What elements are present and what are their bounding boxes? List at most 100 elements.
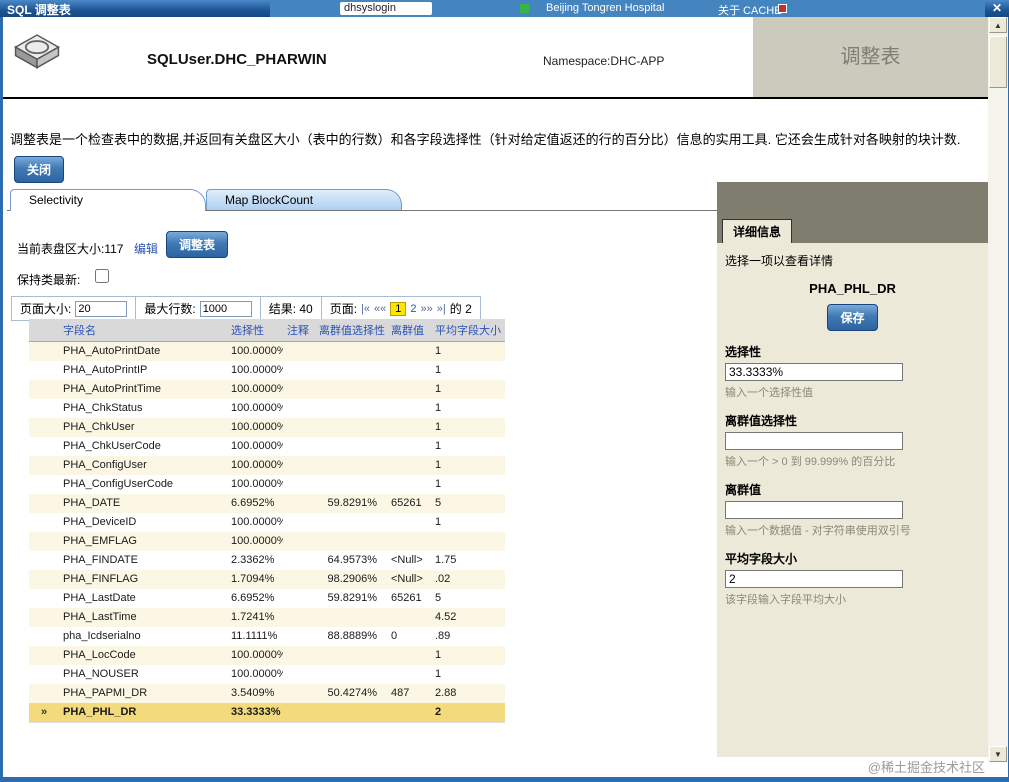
table-row[interactable]: » PHA_PHL_DR 33.3333% 2 — [29, 703, 505, 723]
avg-size-input[interactable] — [725, 570, 903, 588]
avg-size-cell: 1 — [435, 668, 442, 680]
table-row[interactable]: PHA_ConfigUserCode 100.0000% 1 — [29, 475, 505, 494]
keep-class-checkbox[interactable] — [95, 269, 109, 283]
avg-size-label: 平均字段大小 — [725, 552, 798, 566]
outlier-selectivity-cell — [315, 532, 387, 551]
outlier-selectivity-cell: 50.4274% — [327, 687, 377, 699]
table-row[interactable]: PHA_PAPMI_DR 3.5409% 50.4274% 487 2.88 — [29, 684, 505, 703]
notes-cell — [283, 494, 315, 513]
selectivity-cell: 6.6952% — [231, 592, 275, 604]
current-page-indicator: 1 — [390, 301, 407, 316]
avg-size-cell: 1 — [435, 402, 442, 414]
page-size-cell: 页面大小: — [12, 297, 137, 320]
table-row[interactable]: PHA_FINDATE 2.3362% 64.9573% <Null> 1.75 — [29, 551, 505, 570]
notes-cell — [283, 380, 315, 399]
avg-size-cell: 1 — [435, 364, 442, 376]
close-button[interactable]: 关闭 — [14, 156, 65, 183]
first-page-button[interactable]: |« — [361, 303, 370, 315]
table-row[interactable]: PHA_ChkUserCode 100.0000% 1 — [29, 437, 505, 456]
scrollbar-thumb[interactable] — [989, 36, 1007, 88]
page-size-input[interactable] — [75, 300, 128, 317]
prev-page-button[interactable]: «« — [374, 303, 386, 315]
outlier-selectivity-cell — [315, 608, 387, 627]
table-row[interactable]: PHA_NOUSER 100.0000% 1 — [29, 665, 505, 684]
tune-table-button[interactable]: 调整表 — [166, 231, 229, 258]
next-page-button[interactable]: »» — [421, 303, 433, 315]
outlier-input[interactable] — [725, 501, 903, 519]
field-name-cell: PHA_LastDate — [63, 592, 136, 604]
outlier-selectivity-cell — [315, 361, 387, 380]
save-button[interactable]: 保存 — [827, 304, 878, 331]
table-row[interactable]: PHA_AutoPrintIP 100.0000% 1 — [29, 361, 505, 380]
row-selector-cell — [29, 684, 59, 703]
table-row[interactable]: pha_Icdserialno 11.1111% 88.8889% 0 .89 — [29, 627, 505, 646]
row-selector-cell — [29, 532, 59, 551]
table-row[interactable]: PHA_DATE 6.6952% 59.8291% 65261 5 — [29, 494, 505, 513]
field-name-cell: PHA_LastTime — [63, 611, 137, 623]
edit-link[interactable]: 编辑 — [134, 240, 158, 257]
selectivity-header[interactable]: 选择性 — [227, 319, 283, 342]
results-label: 结果: 40 — [268, 302, 313, 316]
vertical-scrollbar[interactable]: ▲ ▼ — [988, 17, 1008, 762]
outlier-selectivity-header[interactable]: 离群值选择性 — [315, 319, 387, 342]
selectivity-cell: 2.3362% — [231, 554, 275, 566]
table-row[interactable]: PHA_ChkStatus 100.0000% 1 — [29, 399, 505, 418]
selectivity-cell: 1.7094% — [231, 573, 275, 585]
selectivity-cell: 100.0000% — [231, 649, 283, 661]
tab-detail-info[interactable]: 详细信息 — [722, 219, 793, 243]
avg-size-header[interactable]: 平均字段大小 — [431, 319, 505, 342]
outlier-cell: 65261 — [391, 497, 422, 509]
page-2-link[interactable]: 2 — [410, 303, 416, 315]
avg-size-cell: 2.88 — [435, 687, 457, 699]
selectivity-input[interactable] — [725, 363, 903, 381]
field-name-cell: PHA_ChkUser — [63, 421, 135, 433]
table-icon — [9, 21, 65, 77]
table-row[interactable]: PHA_LastDate 6.6952% 59.8291% 65261 5 — [29, 589, 505, 608]
max-rows-cell: 最大行数: — [136, 297, 261, 320]
outlier-cell — [387, 703, 431, 723]
outlier-selectivity-cell: 98.2906% — [327, 573, 377, 585]
selectivity-cell: 100.0000% — [231, 516, 283, 528]
tab-map-blockcount[interactable]: Map BlockCount — [206, 189, 402, 210]
selectivity-cell: 100.0000% — [231, 402, 283, 414]
scroll-down-icon[interactable]: ▼ — [989, 746, 1007, 762]
outlier-cell — [387, 342, 431, 362]
avg-size-cell: 4.52 — [435, 611, 457, 623]
table-row[interactable]: PHA_LocCode 100.0000% 1 — [29, 646, 505, 665]
table-row[interactable]: PHA_LastTime 1.7241% 4.52 — [29, 608, 505, 627]
table-row[interactable]: PHA_EMFLAG 100.0000% — [29, 532, 505, 551]
notes-cell — [283, 532, 315, 551]
avg-size-cell — [431, 532, 505, 551]
notes-cell — [283, 703, 315, 723]
outlier-cell — [387, 380, 431, 399]
description-text: 调整表是一个检查表中的数据,并返回有关盘区大小（表中的行数）和各字段选择性（针对… — [10, 132, 961, 147]
row-selector-cell — [29, 646, 59, 665]
outlier-selectivity-field-group: 离群值选择性 输入一个 > 0 到 99.999% 的百分比 — [725, 412, 980, 469]
background-page-strip: dhsyslogin Beijing Tongren Hospital 关于 C… — [270, 0, 985, 17]
table-row[interactable]: PHA_DeviceID 100.0000% 1 — [29, 513, 505, 532]
notes-cell — [283, 627, 315, 646]
table-row[interactable]: PHA_ConfigUser 100.0000% 1 — [29, 456, 505, 475]
outlier-selectivity-input[interactable] — [725, 432, 903, 450]
notes-cell — [283, 684, 315, 703]
outlier-header[interactable]: 离群值 — [387, 319, 431, 342]
avg-size-cell: 1 — [435, 516, 442, 528]
selectivity-cell: 100.0000% — [231, 383, 283, 395]
last-page-button[interactable]: »| — [437, 303, 446, 315]
notes-header[interactable]: 注释 — [283, 319, 315, 342]
notes-cell — [283, 418, 315, 437]
table-row[interactable]: PHA_AutoPrintDate 100.0000% 1 — [29, 341, 505, 362]
status-green-icon — [520, 4, 529, 13]
scroll-up-icon[interactable]: ▲ — [989, 17, 1007, 33]
max-rows-input[interactable] — [199, 300, 252, 317]
max-rows-label: 最大行数: — [144, 302, 196, 316]
table-row[interactable]: PHA_FINFLAG 1.7094% 98.2906% <Null> .02 — [29, 570, 505, 589]
tab-selectivity[interactable]: Selectivity — [10, 189, 206, 211]
outlier-cell — [387, 456, 431, 475]
field-name-cell: PHA_ConfigUser — [63, 459, 147, 471]
table-row[interactable]: PHA_AutoPrintTime 100.0000% 1 — [29, 380, 505, 399]
close-icon[interactable]: ✕ — [992, 1, 1002, 15]
row-selector-cell — [29, 551, 59, 570]
table-row[interactable]: PHA_ChkUser 100.0000% 1 — [29, 418, 505, 437]
field-name-header[interactable]: 字段名 — [59, 319, 227, 342]
